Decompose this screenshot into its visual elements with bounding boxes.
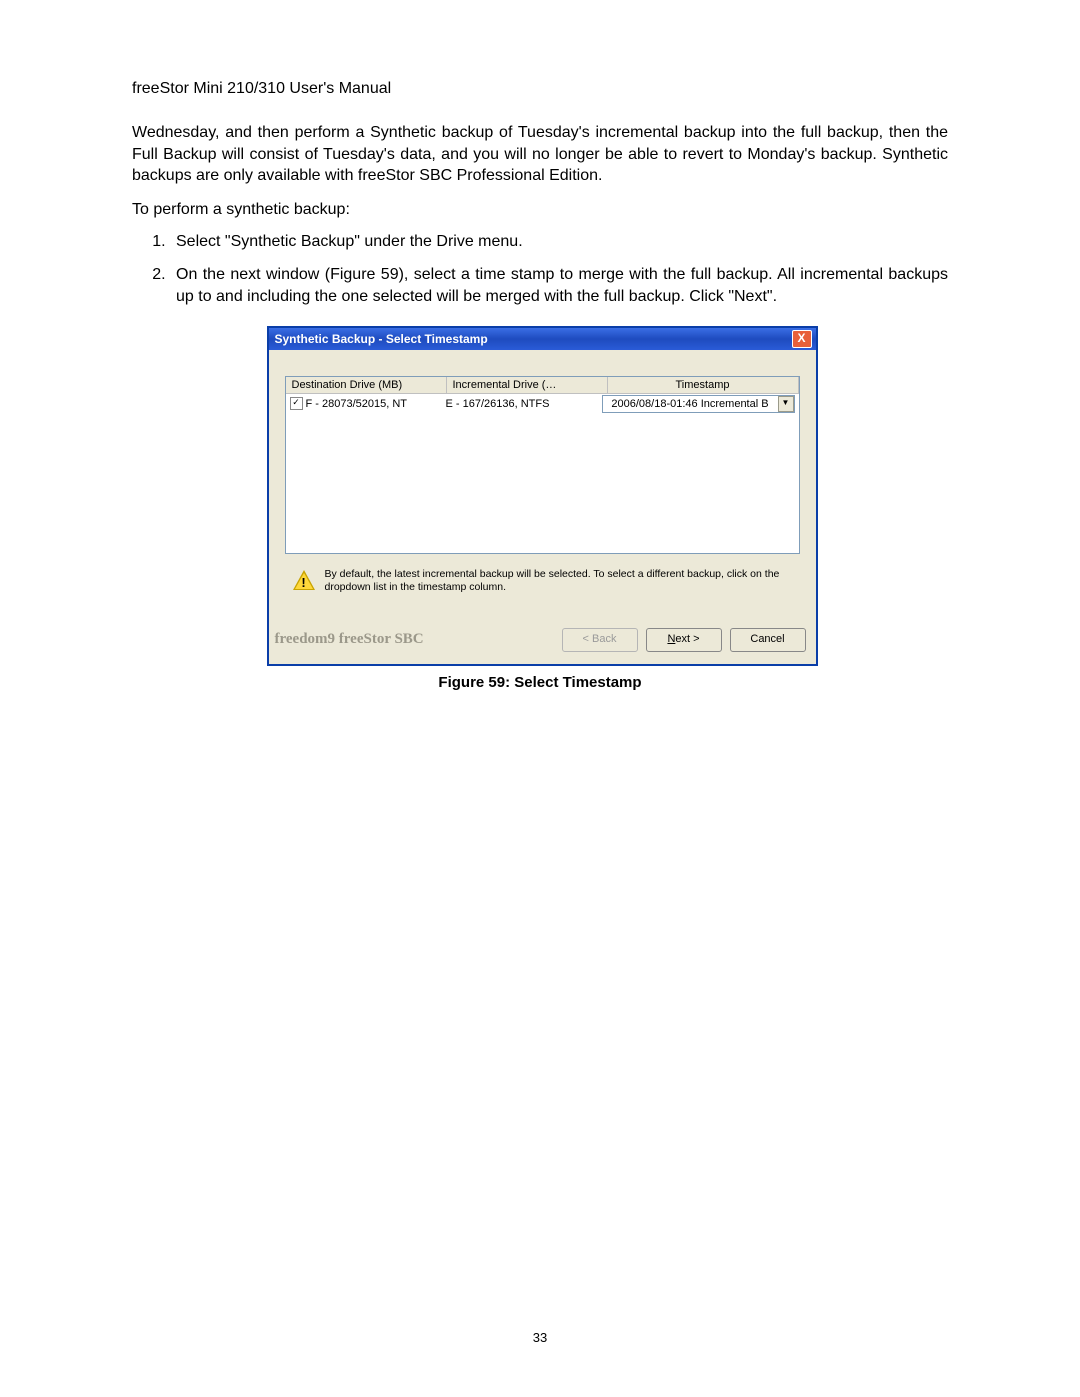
synthetic-backup-dialog: Synthetic Backup - Select Timestamp X De…: [267, 326, 818, 666]
hint-text: By default, the latest incremental backu…: [325, 568, 792, 594]
close-icon[interactable]: X: [792, 330, 812, 348]
table-row[interactable]: ✓ F - 28073/52015, NT E - 167/26136, NTF…: [286, 394, 799, 414]
page-number: 33: [0, 1330, 1080, 1345]
steps-list: Select "Synthetic Backup" under the Driv…: [132, 231, 948, 308]
step-1: Select "Synthetic Backup" under the Driv…: [170, 231, 948, 253]
manual-header: freeStor Mini 210/310 User's Manual: [132, 80, 948, 98]
instruction-line: To perform a synthetic backup:: [132, 201, 948, 219]
brand-label: freedom9 freeStor SBC: [275, 631, 554, 648]
dialog-title: Synthetic Backup - Select Timestamp: [275, 332, 792, 346]
cell-timestamp: 2006/08/18-01:46 Incremental B ▼: [598, 394, 799, 414]
cell-destination-text: F - 28073/52015, NT: [306, 396, 408, 412]
step-2: On the next window (Figure 59), select a…: [170, 264, 948, 307]
cell-incremental: E - 167/26136, NTFS: [442, 394, 598, 414]
figure-caption: Figure 59: Select Timestamp: [267, 674, 814, 691]
cancel-button[interactable]: Cancel: [730, 628, 806, 652]
cell-destination: ✓ F - 28073/52015, NT: [286, 394, 442, 414]
body-paragraph: Wednesday, and then perform a Synthetic …: [132, 122, 948, 187]
timestamp-list: Destination Drive (MB) Incremental Drive…: [285, 376, 800, 554]
next-button[interactable]: Next >: [646, 628, 722, 652]
column-destination-drive[interactable]: Destination Drive (MB): [286, 377, 447, 394]
back-button: < Back: [562, 628, 638, 652]
chevron-down-icon[interactable]: ▼: [778, 396, 794, 412]
checkbox-icon[interactable]: ✓: [290, 397, 303, 410]
timestamp-dropdown[interactable]: 2006/08/18-01:46 Incremental B ▼: [602, 395, 795, 413]
timestamp-value: 2006/08/18-01:46 Incremental B: [603, 396, 778, 412]
column-incremental-drive[interactable]: Incremental Drive (…: [447, 377, 608, 394]
dialog-titlebar[interactable]: Synthetic Backup - Select Timestamp X: [269, 328, 816, 350]
column-timestamp[interactable]: Timestamp: [608, 377, 799, 394]
warning-icon: !: [293, 570, 315, 590]
